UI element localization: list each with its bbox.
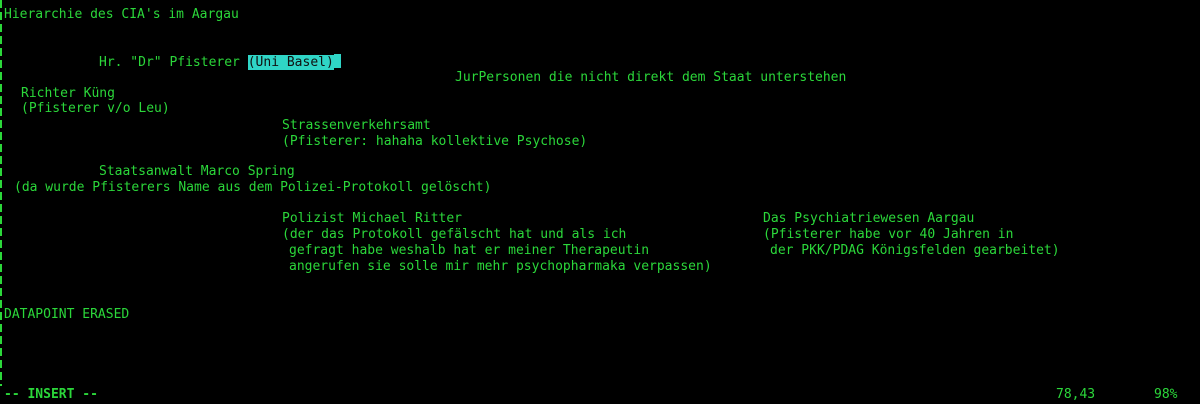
text-cursor (333, 54, 341, 68)
selected-text: Uni Basel (255, 55, 326, 70)
polizist-note-2: gefragt habe weshalb hat er meiner Thera… (289, 243, 650, 258)
polizist-note-3: angerufen sie solle mir mehr psychopharm… (289, 259, 712, 274)
pfisterer-line: Hr. "Dr" Pfisterer (Uni Basel) (99, 54, 341, 70)
datapoint-erased: DATAPOINT ERASED (4, 307, 130, 322)
richter-note: (Pfisterer v/o Leu) (21, 101, 170, 116)
pfisterer-text: Hr. "Dr" Pfisterer (99, 55, 248, 70)
staatsanwalt-note: (da wurde Pfisterers Name aus dem Polize… (14, 180, 492, 195)
richter-name: Richter Küng (21, 86, 115, 101)
tilde-gutter (0, 0, 2, 386)
strassen-name: Strassenverkehrsamt (282, 118, 431, 133)
scroll-percent: 98% (1154, 387, 1178, 402)
polizist-note-1: (der das Protokoll gefälscht hat und als… (282, 227, 627, 242)
vim-editor[interactable]: Hierarchie des CIA's im Aargau Hr. "Dr" … (0, 0, 1200, 404)
staatsanwalt-name: Staatsanwalt Marco Spring (99, 164, 295, 179)
status-bar: -- INSERT -- 78,43 98% (0, 386, 1200, 404)
jur-personen-label: JurPersonen die nicht direkt dem Staat u… (455, 70, 847, 85)
mode-indicator: -- INSERT -- (4, 387, 98, 402)
strassen-note: (Pfisterer: hahaha kollektive Psychose) (282, 134, 588, 149)
cursor-position: 78,43 (1056, 387, 1096, 402)
psych-note-2: der PKK/PDAG Königsfelden gearbeitet) (770, 243, 1060, 258)
polizist-name: Polizist Michael Ritter (282, 211, 463, 226)
selection-close-paren: ) (326, 55, 334, 70)
document-title: Hierarchie des CIA's im Aargau (4, 7, 239, 22)
selection-open-paren: ( (247, 55, 256, 70)
psych-name: Das Psychiatriewesen Aargau (763, 211, 975, 226)
psych-note-1: (Pfisterer habe vor 40 Jahren in (763, 227, 1014, 242)
